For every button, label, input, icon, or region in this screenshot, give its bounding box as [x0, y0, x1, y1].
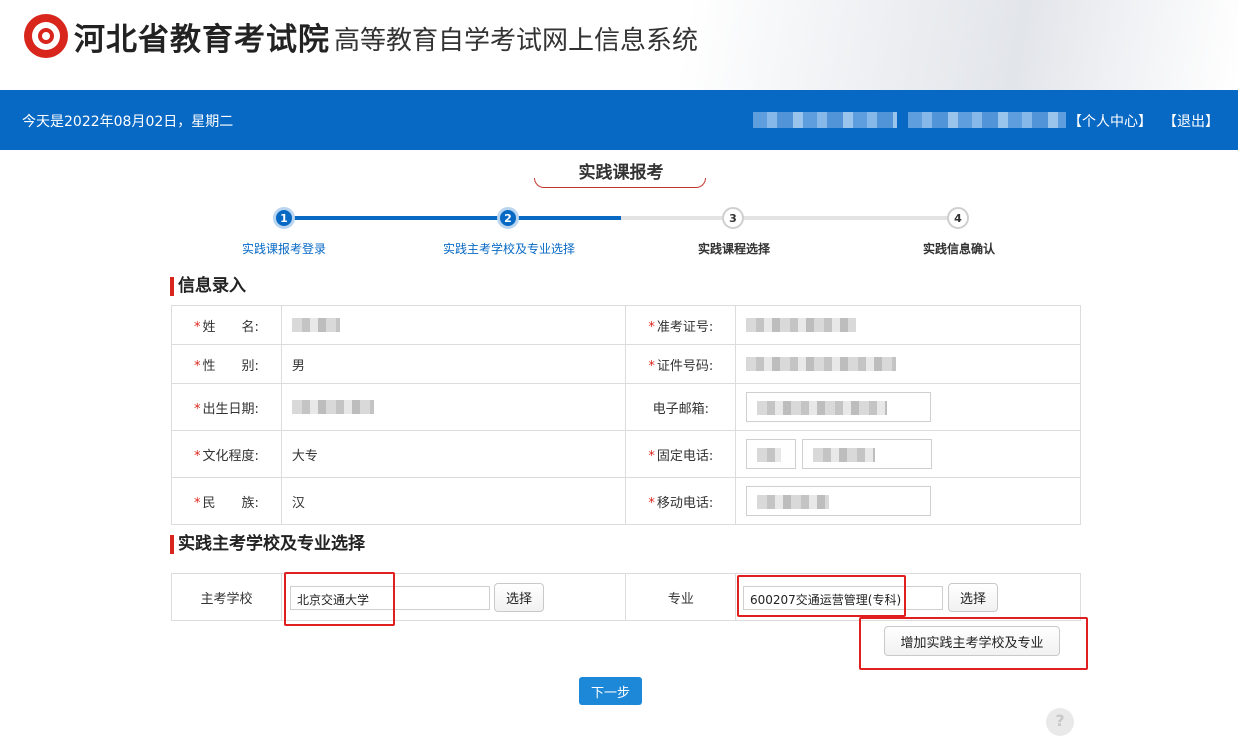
info-table: * 姓 名: * 准考证号: * 性 别: 男 * 证件号码: * 出生日期: 电子邮箱:… — [171, 305, 1081, 525]
ethnic-label: * 民 族: — [171, 477, 282, 525]
school-highlight-box — [284, 572, 395, 626]
step-3-label: 实践课程选择 — [697, 242, 770, 256]
mobile-input[interactable] — [746, 486, 932, 516]
mobile-label: * 移动电话: — [625, 477, 737, 525]
step-1-marker: 1 — [273, 207, 295, 229]
phone-area-code-input[interactable] — [746, 439, 797, 469]
step-progress-filled — [284, 216, 621, 220]
logout-link[interactable]: 【退出】 — [1163, 111, 1219, 131]
next-step-button[interactable]: 下一步 — [579, 677, 642, 705]
page-title-underline — [534, 178, 706, 188]
step-2-marker: 2 — [497, 207, 519, 229]
birth-date-label: * 出生日期: — [171, 383, 282, 431]
current-date: 今天是2022年08月02日，星期二 — [22, 114, 234, 130]
step-1-label: 实践课报考登录 — [241, 242, 326, 256]
school-select-button[interactable]: 选择 — [494, 583, 544, 612]
name-value — [280, 305, 627, 345]
gender-label: * 性 别: — [171, 344, 282, 384]
phone-label: * 固定电话: — [625, 430, 737, 478]
ethnic-value: 汉 — [280, 477, 627, 525]
user-info-redacted — [753, 112, 897, 128]
info-section-title: 信息录入 — [170, 277, 246, 296]
personal-center-link[interactable]: 【个人中心】 — [1068, 111, 1152, 131]
add-button-highlight-box — [859, 617, 1088, 670]
major-label: 专业 — [625, 573, 737, 621]
org-title: 河北省教育考试院 — [74, 22, 330, 58]
step-4-label: 实践信息确认 — [922, 242, 995, 256]
name-label: * 姓 名: — [171, 305, 282, 345]
top-bar: 今天是2022年08月02日，星期二 【个人中心】 【退出】 — [0, 90, 1238, 150]
email-input[interactable] — [746, 392, 932, 422]
education-value: 大专 — [280, 430, 627, 478]
user-id-redacted — [908, 112, 1066, 128]
exam-no-value — [735, 305, 1081, 345]
major-select-button[interactable]: 选择 — [948, 583, 998, 612]
id-no-label: * 证件号码: — [625, 344, 737, 384]
step-2-label: 实践主考学校及专业选择 — [442, 242, 575, 256]
email-label: 电子邮箱: — [625, 383, 737, 431]
major-highlight-box — [737, 575, 906, 617]
system-title: 高等教育自学考试网上信息系统 — [334, 26, 699, 56]
birth-date-value — [280, 383, 627, 431]
gender-value: 男 — [280, 344, 627, 384]
step-progress-remaining — [621, 216, 959, 220]
exam-authority-logo-icon — [24, 14, 68, 58]
site-header: 河北省教育考试院 高等教育自学考试网上信息系统 — [0, 0, 1238, 90]
education-label: * 文化程度: — [171, 430, 282, 478]
id-no-value — [735, 344, 1081, 384]
step-3-marker: 3 — [722, 207, 744, 229]
selection-section-title: 实践主考学校及专业选择 — [170, 535, 365, 554]
school-label: 主考学校 — [171, 573, 282, 621]
help-icon[interactable]: ? — [1046, 708, 1074, 736]
exam-no-label: * 准考证号: — [625, 305, 737, 345]
step-4-marker: 4 — [947, 207, 969, 229]
phone-number-input[interactable] — [802, 439, 933, 469]
